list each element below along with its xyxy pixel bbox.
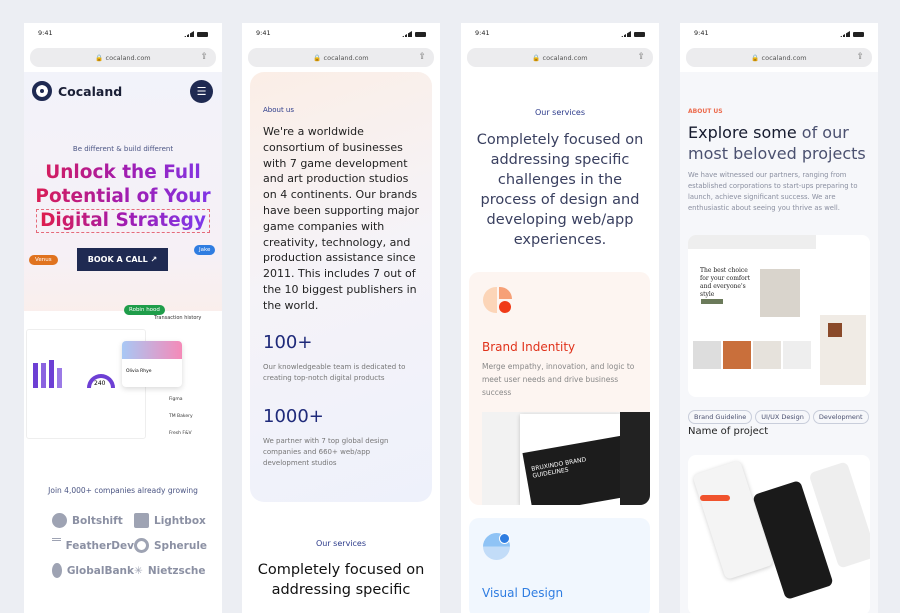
card-text: Merge empathy, innovation, and logic to … xyxy=(482,362,635,397)
stat-text: Our knowledgeable team is dedicated to c… xyxy=(263,363,406,382)
address-bar[interactable]: 🔒 cocaland.com ⇪ xyxy=(248,48,434,67)
logo-globalbank: GlobalBank xyxy=(52,563,134,578)
signal-icon xyxy=(840,31,850,37)
section-label: ABOUT US xyxy=(688,108,723,115)
cursor-robin: Robin hood xyxy=(124,305,165,315)
share-icon[interactable]: ⇪ xyxy=(418,52,426,62)
cta-label: BOOK A CALL xyxy=(87,255,148,264)
project-name: Name of project xyxy=(688,426,769,437)
logo-icon xyxy=(32,81,52,101)
service-card-visual[interactable]: Visual Design xyxy=(469,518,650,613)
phone-services: 9:41 🔒 cocaland.com ⇪ Our services Comple… xyxy=(461,23,659,613)
brand-mockup-image: BRUXINDO BRAND GUIDELINES xyxy=(482,412,650,505)
status-bar: 9:41 xyxy=(694,29,864,39)
logo-spherule: Spherule xyxy=(134,538,214,553)
share-icon[interactable]: ⇪ xyxy=(200,52,208,62)
project-image-app[interactable] xyxy=(688,455,870,613)
signal-icon xyxy=(184,31,194,37)
profile-card: Olivia Rhye xyxy=(122,341,182,387)
join-text: Join 4,000+ companies already growing xyxy=(48,486,198,495)
hero-headline: Unlock the Full Potential of Your Digita… xyxy=(24,161,222,233)
project-image-furniture[interactable]: The best choice for your comfort and eve… xyxy=(688,235,870,397)
url-text: cocaland.com xyxy=(323,53,369,62)
logo-lightbox: Lightbox xyxy=(134,513,214,528)
battery-icon xyxy=(197,31,208,37)
address-bar[interactable]: 🔒 cocaland.com ⇪ xyxy=(30,48,216,67)
transaction-row: Fresh F&V xyxy=(169,431,192,436)
company-logos: Boltshift Lightbox FeatherDev Spherule G… xyxy=(52,513,214,578)
url-text: cocaland.com xyxy=(542,53,588,62)
gauge-value: 240 xyxy=(94,380,106,387)
signal-icon xyxy=(402,31,412,37)
battery-icon xyxy=(415,31,426,37)
phone-projects: 9:41 🔒 cocaland.com ⇪ ABOUT US Explore so… xyxy=(680,23,878,613)
tag[interactable]: UI/UX Design xyxy=(755,410,810,424)
url-text: cocaland.com xyxy=(761,53,807,62)
brand-icon xyxy=(483,287,497,313)
section-label: About us xyxy=(263,106,295,114)
profile-name: Olivia Rhye xyxy=(126,369,152,374)
transaction-row: Figma xyxy=(169,397,183,402)
tag[interactable]: Development xyxy=(812,410,869,424)
about-card: About us We're a worldwide consortium of… xyxy=(250,72,432,502)
projects-text: We have witnessed our partners, ranging … xyxy=(688,171,858,212)
phone-about: 9:41 🔒 cocaland.com ⇪ About us We're a wo… xyxy=(242,23,440,613)
dashboard-preview: Transaction history 240 Olivia Rhye Figm… xyxy=(24,311,222,454)
status-bar: 9:41 xyxy=(475,29,645,39)
share-icon[interactable]: ⇪ xyxy=(637,52,645,62)
logo-featherdev: FeatherDev xyxy=(52,538,134,553)
time: 9:41 xyxy=(694,29,709,37)
time: 9:41 xyxy=(256,29,271,37)
stat-value: 100+ xyxy=(263,332,313,353)
headline-line: Potential of Your xyxy=(24,185,222,209)
about-paragraph: We're a worldwide consortium of business… xyxy=(263,125,419,312)
transaction-list: Figma TM Bakery Fresh F&V xyxy=(169,391,193,442)
menu-button[interactable]: ☰ xyxy=(190,80,213,103)
address-bar[interactable]: 🔒 cocaland.com ⇪ xyxy=(467,48,653,67)
services-heading: Completely focused on addressing specifi… xyxy=(257,562,425,598)
hamburger-icon: ☰ xyxy=(196,85,207,98)
time: 9:41 xyxy=(38,29,53,37)
battery-icon xyxy=(853,31,864,37)
transaction-row: TM Bakery xyxy=(169,414,193,419)
services-heading: Completely focused on addressing specifi… xyxy=(476,132,644,248)
logo-nietzsche: ✳ Nietzsche xyxy=(134,564,206,577)
stat-value: 1000+ xyxy=(263,406,324,427)
project-tags: Brand Guideline UI/UX Design Development xyxy=(688,404,872,424)
status-bar: 9:41 xyxy=(38,29,208,39)
section-label: Our services xyxy=(315,539,367,548)
address-bar[interactable]: 🔒 cocaland.com ⇪ xyxy=(686,48,872,67)
cursor-jake: Jake xyxy=(194,245,216,255)
tagline: Be different & build different xyxy=(72,145,174,153)
signal-icon xyxy=(621,31,631,37)
brand-logo[interactable]: Cocaland xyxy=(32,81,122,101)
status-bar: 9:41 xyxy=(256,29,426,39)
url-text: cocaland.com xyxy=(105,53,151,62)
logo-boltshift: Boltshift xyxy=(52,513,134,528)
phone-home: 9:41 🔒 cocaland.com ⇪ Cocaland ☰ Be diffe… xyxy=(24,23,222,613)
mock-headline: The best choice for your comfort and eve… xyxy=(700,267,751,298)
dashboard-title: Transaction history xyxy=(154,315,202,321)
service-card-brand[interactable]: Brand Indentity Merge empathy, innovatio… xyxy=(469,272,650,505)
headline-line: Digital Strategy xyxy=(36,209,210,233)
section-label: Our services xyxy=(534,108,586,117)
heading-dark: Explore some xyxy=(688,123,797,142)
tag[interactable]: Brand Guideline xyxy=(688,410,753,424)
time: 9:41 xyxy=(475,29,490,37)
battery-icon xyxy=(634,31,645,37)
cursor-venus: Venus xyxy=(29,255,58,265)
card-title: Brand Indentity xyxy=(482,340,576,354)
book-call-button[interactable]: BOOK A CALL ↗ xyxy=(77,248,168,271)
headline-line: Unlock the Full xyxy=(24,161,222,185)
card-title: Visual Design xyxy=(482,586,564,600)
stat-text: We partner with 7 top global design comp… xyxy=(263,437,389,467)
brand-name: Cocaland xyxy=(58,83,123,99)
projects-heading: Explore some of our most beloved project… xyxy=(688,122,873,164)
share-icon[interactable]: ⇪ xyxy=(856,52,864,62)
